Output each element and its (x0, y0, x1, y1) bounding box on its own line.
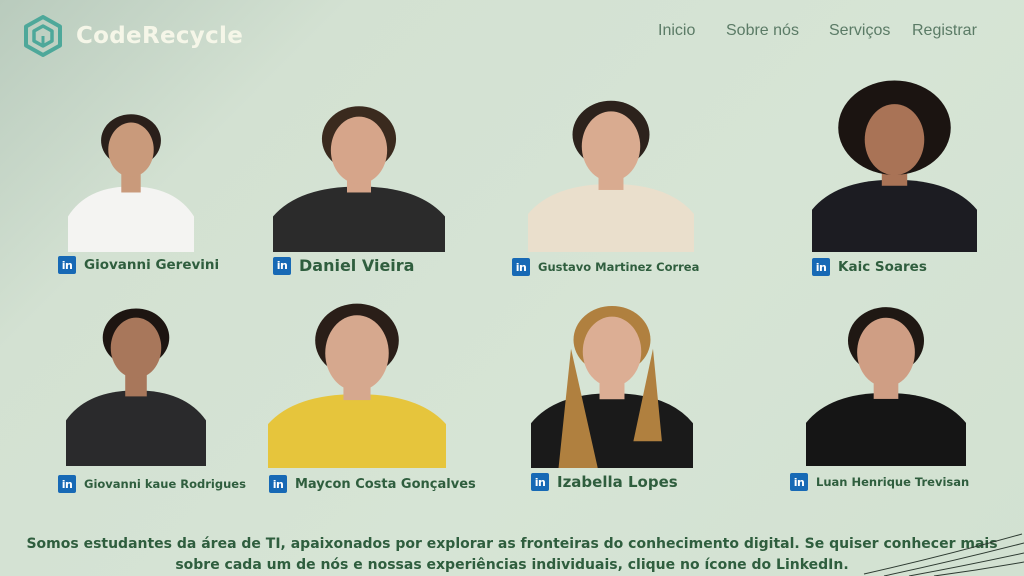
member-name: Izabella Lopes (557, 473, 678, 491)
member-photo (531, 290, 693, 468)
member-photo (268, 292, 446, 468)
linkedin-icon[interactable]: in (273, 256, 291, 275)
member-photo (806, 292, 966, 466)
member-name-row: in Kaic Soares (812, 258, 927, 276)
member-photo (812, 80, 977, 252)
member-name-row: in Gustavo Martinez Correa (512, 258, 699, 276)
linkedin-icon[interactable]: in (812, 258, 830, 276)
member-name: Kaic Soares (838, 259, 927, 275)
member-name: Giovanni kaue Rodrigues (84, 477, 246, 491)
main-nav: Inicio Sobre nós Serviços Registrar (0, 22, 1024, 44)
linkedin-icon[interactable]: in (58, 256, 76, 274)
member-name: Luan Henrique Trevisan (816, 475, 970, 489)
linkedin-icon[interactable]: in (58, 475, 76, 493)
member-name: Maycon Costa Gonçalves (295, 476, 476, 492)
member-name-row: in Giovanni kaue Rodrigues (58, 475, 246, 493)
member-name-row: in Izabella Lopes (531, 473, 678, 491)
nav-link-servicos[interactable]: Serviços (829, 22, 890, 40)
member-name: Daniel Vieira (299, 256, 415, 275)
member-photo (528, 90, 694, 252)
member-name-row: in Giovanni Gerevini (58, 256, 219, 274)
member-name-row: in Luan Henrique Trevisan (790, 473, 969, 491)
linkedin-icon[interactable]: in (269, 475, 287, 493)
member-photo (68, 96, 194, 252)
nav-link-sobre-nos[interactable]: Sobre nós (726, 22, 799, 40)
member-name: Gustavo Martinez Correa (538, 260, 700, 274)
linkedin-icon[interactable]: in (512, 258, 530, 276)
decorative-lines (863, 533, 1024, 576)
nav-link-inicio[interactable]: Inicio (658, 22, 695, 40)
member-name-row: in Daniel Vieira (273, 256, 414, 275)
nav-link-registrar[interactable]: Registrar (912, 22, 977, 40)
member-name: Giovanni Gerevini (84, 257, 220, 273)
linkedin-icon[interactable]: in (531, 473, 549, 491)
linkedin-icon[interactable]: in (790, 473, 808, 491)
member-photo (66, 286, 206, 466)
member-name-row: in Maycon Costa Gonçalves (269, 475, 476, 493)
member-photo (273, 96, 445, 252)
